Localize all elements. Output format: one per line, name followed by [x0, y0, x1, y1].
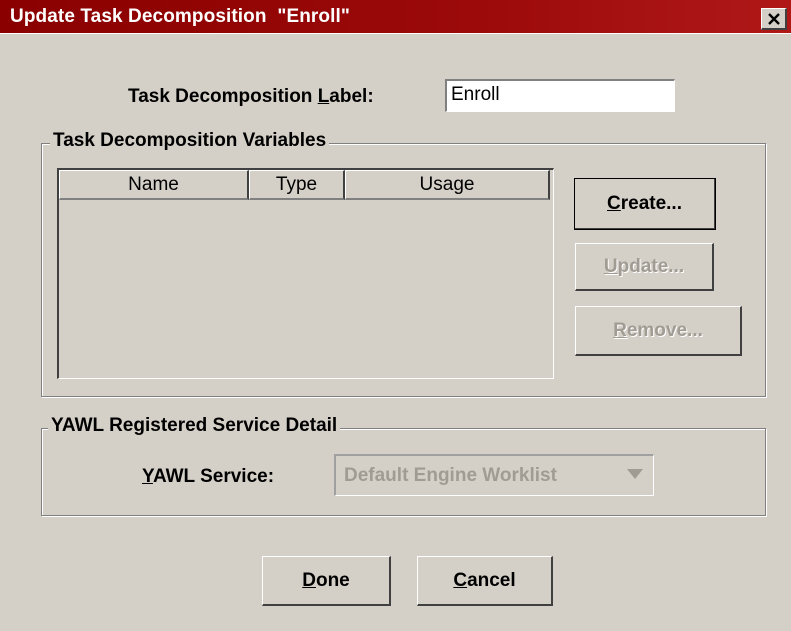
remove-label: emove...	[626, 319, 703, 341]
label-caption-suffix: abel:	[329, 86, 374, 107]
cancel-button[interactable]: Cancel	[417, 556, 553, 606]
variables-table-header: Name Type Usage	[59, 170, 550, 200]
decomposition-label-caption: Task Decomposition Label:	[128, 86, 374, 108]
update-label: pdate...	[617, 255, 685, 277]
window-title: Update Task Decomposition "Enroll"	[10, 6, 350, 27]
column-header-usage[interactable]: Usage	[345, 170, 550, 200]
yawl-service-value: Default Engine Worklist	[344, 465, 557, 486]
yawl-service-mnemonic: Y	[142, 466, 153, 487]
done-button[interactable]: Done	[262, 556, 391, 606]
variables-table[interactable]: Name Type Usage	[57, 168, 554, 379]
create-mnemonic: C	[607, 192, 621, 214]
label-caption-mnemonic: L	[317, 86, 330, 107]
title-bar: Update Task Decomposition "Enroll"	[0, 0, 791, 34]
done-label: one	[315, 569, 350, 591]
create-button[interactable]: Create...	[574, 178, 716, 230]
close-button[interactable]	[761, 8, 787, 30]
yawl-service-caption: AWL Service:	[152, 466, 275, 487]
column-header-type[interactable]: Type	[249, 170, 345, 200]
yawl-service-select[interactable]: Default Engine Worklist	[334, 454, 654, 496]
remove-mnemonic: R	[613, 319, 627, 341]
done-mnemonic: D	[302, 569, 316, 591]
remove-button[interactable]: Remove...	[575, 306, 742, 356]
create-label: reate...	[620, 192, 682, 214]
yawl-service-label: YAWL Service:	[142, 466, 274, 488]
chevron-down-icon	[627, 469, 643, 479]
close-icon	[767, 12, 780, 25]
cancel-mnemonic: C	[453, 569, 468, 591]
service-group-title: YAWL Registered Service Detail	[48, 415, 341, 437]
label-caption-prefix: Task Decomposition	[128, 86, 318, 107]
decomposition-label-input[interactable]: Enroll	[445, 79, 675, 112]
variables-group-title: Task Decomposition Variables	[50, 130, 330, 152]
column-header-name[interactable]: Name	[59, 170, 249, 200]
cancel-label: ancel	[467, 569, 516, 591]
update-button[interactable]: Update...	[575, 243, 714, 291]
update-mnemonic: U	[603, 255, 618, 277]
